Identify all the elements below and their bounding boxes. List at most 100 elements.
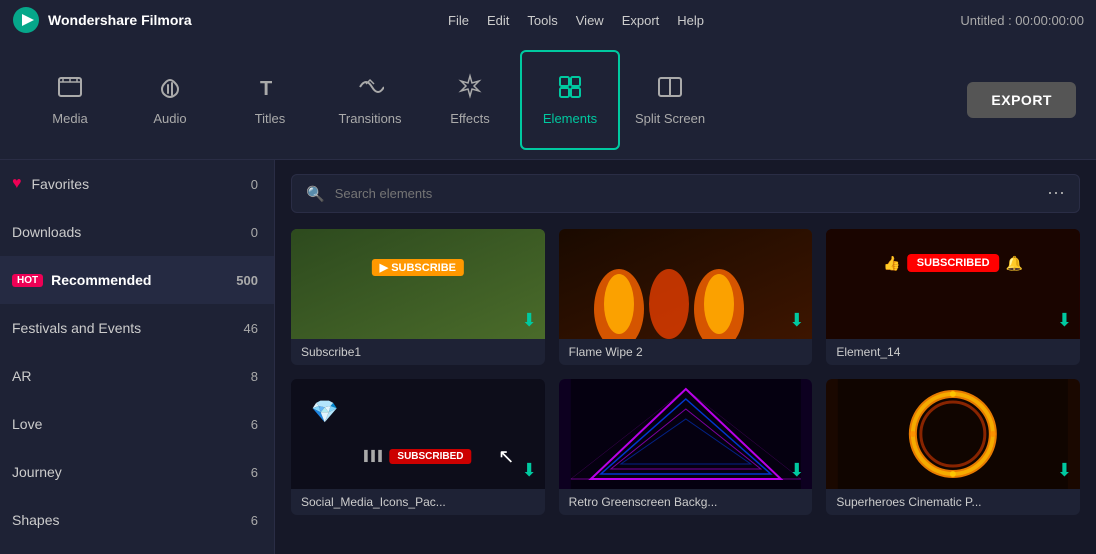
element14-bg xyxy=(826,229,1080,339)
download-icon-subscribe1: ⬇ xyxy=(522,310,537,331)
sidebar-love-count: 6 xyxy=(251,417,258,432)
social-subscribed-row: ▌▌▌ SUBSCRIBED xyxy=(364,449,471,464)
element-label-super: Superheroes Cinematic P... xyxy=(826,489,1080,515)
download-icon-retro: ⬇ xyxy=(789,460,804,481)
menu-tools[interactable]: Tools xyxy=(527,13,557,28)
sidebar-ar-count: 8 xyxy=(251,369,258,384)
app-logo-icon xyxy=(12,6,40,34)
toolbar-audio[interactable]: Audio xyxy=(120,50,220,150)
download-icon-element14: ⬇ xyxy=(1057,310,1072,331)
toolbar-titles[interactable]: T Titles xyxy=(220,50,320,150)
element-card-social[interactable]: 💎 ▌▌▌ SUBSCRIBED ↖ ⬇ Social_Media_Icons_… xyxy=(291,379,545,515)
export-button[interactable]: EXPORT xyxy=(967,82,1076,118)
sidebar-favorites-label: Favorites xyxy=(32,176,90,192)
element-label-retro: Retro Greenscreen Backg... xyxy=(559,489,813,515)
sidebar-item-shapes[interactable]: Shapes 6 xyxy=(0,496,274,544)
sidebar-item-journey[interactable]: Journey 6 xyxy=(0,448,274,496)
titles-icon: T xyxy=(256,73,284,105)
menu-help[interactable]: Help xyxy=(677,13,704,28)
top-bar: Wondershare Filmora File Edit Tools View… xyxy=(0,0,1096,40)
effects-icon xyxy=(456,73,484,105)
menu-export[interactable]: Export xyxy=(622,13,660,28)
toolbar-split-label: Split Screen xyxy=(635,111,705,126)
search-input[interactable] xyxy=(335,186,1037,201)
main-layout: ♥ Favorites 0 Downloads 0 HOT Recommende… xyxy=(0,160,1096,554)
subscribed-badge-row: 👍 SUBSCRIBED 🔔 xyxy=(883,254,1023,272)
retro-visual xyxy=(559,379,813,489)
app-brand: Wondershare Filmora xyxy=(12,6,192,34)
toolbar-media[interactable]: Media xyxy=(20,50,120,150)
toolbar-split-screen[interactable]: Split Screen xyxy=(620,50,720,150)
sidebar-item-love[interactable]: Love 6 xyxy=(0,400,274,448)
cursor-icon: ↖ xyxy=(498,444,515,469)
gem-icon: 💎 xyxy=(311,399,338,425)
sidebar-item-downloads[interactable]: Downloads 0 xyxy=(0,208,274,256)
menu-view[interactable]: View xyxy=(576,13,604,28)
sidebar-journey-label: Journey xyxy=(12,464,62,480)
element-label-flame: Flame Wipe 2 xyxy=(559,339,813,365)
element-card-retro[interactable]: ⬇ Retro Greenscreen Backg... xyxy=(559,379,813,515)
sidebar-favorites-count: 0 xyxy=(251,177,258,192)
toolbar-audio-label: Audio xyxy=(153,111,186,126)
toolbar-transitions-label: Transitions xyxy=(338,111,401,126)
sidebar-item-recommended[interactable]: HOT Recommended 500 xyxy=(0,256,274,304)
search-icon: 🔍 xyxy=(306,185,325,203)
sidebar-downloads-label: Downloads xyxy=(12,224,81,240)
element-thumb-flame: ⬇ xyxy=(559,229,813,339)
element-label-subscribe1: Subscribe1 xyxy=(291,339,545,365)
grid-toggle-icon[interactable]: ⋯ xyxy=(1047,183,1065,204)
media-icon xyxy=(56,73,84,105)
sidebar-item-festivals[interactable]: Festivals and Events 46 xyxy=(0,304,274,352)
sidebar-ar-label: AR xyxy=(12,368,31,384)
toolbar-elements[interactable]: Elements xyxy=(520,50,620,150)
toolbar-transitions[interactable]: Transitions xyxy=(320,50,420,150)
thumb-bg-subscribe1 xyxy=(291,229,545,339)
element-thumb-retro: ⬇ xyxy=(559,379,813,489)
svg-text:T: T xyxy=(260,78,272,100)
audio-icon xyxy=(156,73,184,105)
sidebar-recommended-count: 500 xyxy=(236,273,258,288)
sidebar-recommended-label: Recommended xyxy=(51,272,151,288)
element-label-social: Social_Media_Icons_Pac... xyxy=(291,489,545,515)
toolbar-titles-label: Titles xyxy=(255,111,286,126)
sidebar-item-favorites[interactable]: ♥ Favorites 0 xyxy=(0,160,274,208)
elements-icon xyxy=(556,73,584,105)
sidebar-shapes-count: 6 xyxy=(251,513,258,528)
sidebar-shapes-label: Shapes xyxy=(12,512,59,528)
element-card-super[interactable]: ⬇ Superheroes Cinematic P... xyxy=(826,379,1080,515)
element-card-flame[interactable]: ⬇ Flame Wipe 2 xyxy=(559,229,813,365)
toolbar-media-label: Media xyxy=(52,111,87,126)
subscribe1-badge: ▶ SUBSCRIBE xyxy=(372,259,464,276)
toolbar-effects[interactable]: Effects xyxy=(420,50,520,150)
menu-edit[interactable]: Edit xyxy=(487,13,509,28)
social-bg xyxy=(291,379,545,489)
toolbar: Media Audio T Titles Transitions xyxy=(0,40,1096,160)
sidebar-downloads-count: 0 xyxy=(251,225,258,240)
menu-file[interactable]: File xyxy=(448,13,469,28)
sidebar-item-ar[interactable]: AR 8 xyxy=(0,352,274,400)
window-title: Untitled : 00:00:00:00 xyxy=(960,13,1084,28)
sidebar-festivals-count: 46 xyxy=(244,321,258,336)
element-thumb-element14: 👍 SUBSCRIBED 🔔 ⬇ xyxy=(826,229,1080,339)
toolbar-effects-label: Effects xyxy=(450,111,490,126)
element-card-subscribe1[interactable]: ▶ SUBSCRIBE ⬇ Subscribe1 xyxy=(291,229,545,365)
split-screen-icon xyxy=(656,73,684,105)
top-menu: File Edit Tools View Export Help xyxy=(448,13,704,28)
sidebar-collapse-button[interactable]: ◀ xyxy=(274,337,275,377)
content-area: 🔍 ⋯ xyxy=(275,160,1096,554)
app-name: Wondershare Filmora xyxy=(48,12,192,28)
transitions-icon xyxy=(356,73,384,105)
sidebar-item-hand-drawn[interactable]: Hand Drawn 21 xyxy=(0,544,274,554)
flame-bg xyxy=(559,229,813,339)
element-card-element14[interactable]: 👍 SUBSCRIBED 🔔 ⬇ Element_14 xyxy=(826,229,1080,365)
sidebar-journey-count: 6 xyxy=(251,465,258,480)
element-thumb-subscribe1: ▶ SUBSCRIBE ⬇ xyxy=(291,229,545,339)
sidebar: ♥ Favorites 0 Downloads 0 HOT Recommende… xyxy=(0,160,275,554)
download-icon-super: ⬇ xyxy=(1057,460,1072,481)
element-label-element14: Element_14 xyxy=(826,339,1080,365)
element-thumb-super: ⬇ xyxy=(826,379,1080,489)
element-thumb-social: 💎 ▌▌▌ SUBSCRIBED ↖ ⬇ xyxy=(291,379,545,489)
download-icon-flame: ⬇ xyxy=(789,310,804,331)
hot-badge: HOT xyxy=(12,274,43,287)
super-visual xyxy=(826,379,1080,489)
